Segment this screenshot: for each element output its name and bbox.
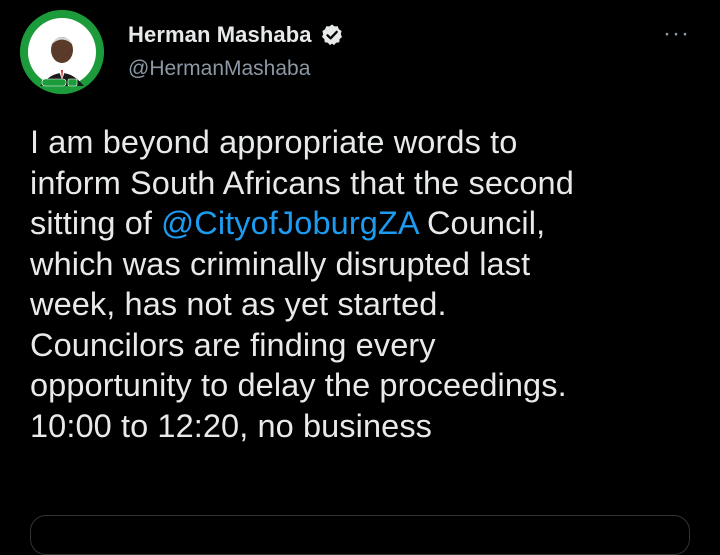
tweet-line: which was criminally disrupted last — [30, 245, 531, 282]
tweet-line: opportunity to delay the proceedings. — [30, 367, 567, 403]
tweet-line: 10:00 to 12:20, no business — [30, 407, 433, 444]
media-card-edge[interactable] — [30, 515, 690, 555]
avatar[interactable] — [20, 10, 104, 94]
more-dots-icon[interactable]: ··· — [663, 22, 690, 46]
tweet-line: Councilors are finding every — [30, 326, 436, 363]
tweet-line: week, has not as yet started. — [30, 286, 447, 322]
tweet[interactable]: Herman Mashaba @HermanMashaba ··· I am b… — [0, 0, 720, 555]
tweet-line-prefix: sitting of — [30, 205, 162, 241]
avatar-image — [20, 10, 104, 94]
tweet-line: inform South Africans that the second — [30, 164, 574, 201]
tweet-line-suffix: Council, — [417, 205, 546, 241]
tweet-text: I am beyond appropriate words to inform … — [30, 122, 700, 446]
tweet-line-with-mention: sitting of @CityofJoburgZA Council, — [30, 203, 700, 244]
author-display-name[interactable]: Herman Mashaba — [128, 22, 312, 48]
author-name-row[interactable]: Herman Mashaba — [128, 22, 344, 48]
tweet-line: I am beyond appropriate words to — [30, 124, 518, 160]
verified-badge-icon — [320, 23, 344, 47]
mention-link[interactable]: @CityofJoburgZA — [161, 205, 418, 241]
author-handle[interactable]: @HermanMashaba — [128, 57, 310, 81]
